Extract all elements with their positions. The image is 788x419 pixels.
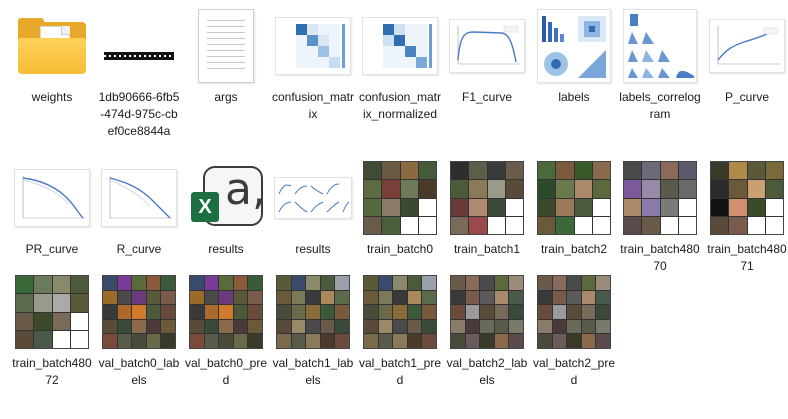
file-item-weights[interactable]: weights	[9, 8, 95, 106]
file-item-val-batch2-pred[interactable]: val_batch2_pred	[531, 274, 617, 389]
file-item-val-batch1-labels[interactable]: val_batch1_labels	[270, 274, 356, 389]
image-thumbnail	[447, 8, 527, 84]
file-item-train-batch2[interactable]: train_batch2	[531, 160, 617, 258]
image-thumbnail	[447, 160, 527, 236]
file-label: labels	[558, 90, 590, 104]
image-thumbnail	[273, 274, 353, 350]
image-thumbnail	[12, 274, 92, 350]
file-label: train_batch0	[366, 242, 434, 256]
file-item-confusion-matrix-normalized[interactable]: confusion_matrix_normalized	[357, 8, 443, 123]
file-item-p-curve[interactable]: P_curve	[704, 8, 788, 106]
file-label: val_batch1_labels	[272, 356, 354, 387]
file-item-f1-curve[interactable]: F1_curve	[444, 8, 530, 106]
file-label: train_batch48071	[707, 242, 787, 273]
file-item-train-batch0[interactable]: train_batch0	[357, 160, 443, 258]
image-thumbnail	[99, 274, 179, 350]
image-thumbnail	[534, 160, 614, 236]
image-thumbnail	[12, 160, 92, 236]
file-item-train-batch48071[interactable]: train_batch48071	[704, 160, 788, 275]
file-label: train_batch2	[540, 242, 608, 256]
image-thumbnail	[620, 8, 700, 84]
file-label: confusion_matrix	[271, 90, 355, 121]
folder-icon	[12, 8, 92, 84]
file-label: val_batch2_pred	[532, 356, 616, 387]
image-thumbnail	[447, 274, 527, 350]
file-label: confusion_matrix_normalized	[358, 90, 442, 121]
file-item-results-csv[interactable]: a, X results	[183, 160, 269, 258]
file-item-train-batch48070[interactable]: train_batch48070	[617, 160, 703, 275]
file-label: 1db90666-6fb5-474d-975c-cbef0ce8844a	[98, 90, 180, 138]
image-thumbnail	[707, 160, 787, 236]
image-thumbnail	[707, 8, 787, 84]
file-label: labels_correlogram	[619, 90, 701, 121]
file-item-r-curve[interactable]: R_curve	[96, 160, 182, 258]
file-label: P_curve	[724, 90, 770, 104]
file-item-val-batch0-labels[interactable]: val_batch0_labels	[96, 274, 182, 389]
image-thumbnail	[534, 8, 614, 84]
file-label: val_batch2_labels	[446, 356, 528, 387]
file-item-pr-curve[interactable]: PR_curve	[9, 160, 95, 258]
file-label: args	[214, 90, 238, 104]
file-thumbnail	[99, 8, 179, 84]
image-thumbnail	[620, 160, 700, 236]
file-label: weights	[31, 90, 73, 104]
file-label: train_batch48070	[620, 242, 700, 273]
file-label: results	[295, 242, 331, 256]
file-item-train-batch48072[interactable]: train_batch48072	[9, 274, 95, 389]
image-thumbnail	[360, 160, 440, 236]
excel-icon: a, X	[186, 160, 266, 236]
file-item-args[interactable]: args	[183, 8, 269, 106]
file-label: val_batch0_labels	[98, 356, 180, 387]
file-item-labels-correlogram[interactable]: labels_correlogram	[617, 8, 703, 123]
file-label: train_batch1	[453, 242, 521, 256]
file-label: val_batch0_pred	[184, 356, 268, 387]
file-item-hash[interactable]: 1db90666-6fb5-474d-975c-cbef0ce8844a	[96, 8, 182, 140]
image-thumbnail	[273, 160, 353, 236]
file-label: val_batch1_pred	[358, 356, 442, 387]
file-item-val-batch1-pred[interactable]: val_batch1_pred	[357, 274, 443, 389]
file-item-val-batch2-labels[interactable]: val_batch2_labels	[444, 274, 530, 389]
image-thumbnail	[99, 160, 179, 236]
image-thumbnail	[360, 8, 440, 84]
image-thumbnail	[186, 274, 266, 350]
image-thumbnail	[534, 274, 614, 350]
text-file-icon	[186, 8, 266, 84]
file-label: train_batch48072	[12, 356, 92, 387]
image-thumbnail	[360, 274, 440, 350]
file-item-val-batch0-pred[interactable]: val_batch0_pred	[183, 274, 269, 389]
file-grid: weights 1db90666-6fb5-474d-975c-cbef0ce8…	[0, 0, 788, 419]
file-label: results	[208, 242, 244, 256]
image-thumbnail	[273, 8, 353, 84]
file-label: PR_curve	[25, 242, 79, 256]
file-item-confusion-matrix[interactable]: confusion_matrix	[270, 8, 356, 123]
file-item-labels[interactable]: labels	[531, 8, 617, 106]
file-item-train-batch1[interactable]: train_batch1	[444, 160, 530, 258]
file-label: R_curve	[116, 242, 162, 256]
file-label: F1_curve	[461, 90, 513, 104]
file-item-results-png[interactable]: results	[270, 160, 356, 258]
